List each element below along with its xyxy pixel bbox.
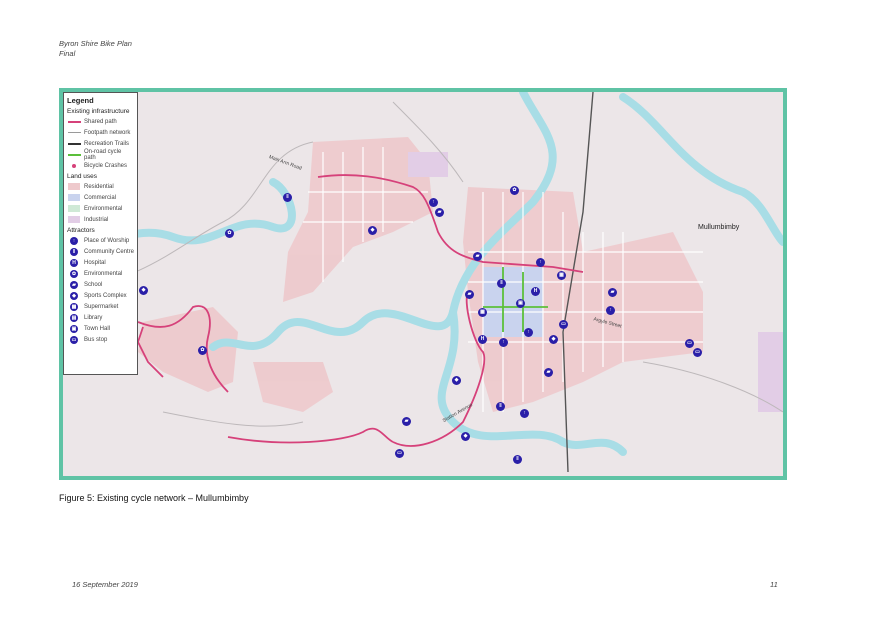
- community-centre-marker-far-south[interactable]: ‖: [513, 455, 522, 464]
- legend-item-sports-complex: ◆ Sports Complex: [67, 290, 134, 301]
- legend-section-land-uses: Land uses: [67, 173, 97, 180]
- header-title: Byron Shire Bike Plan: [59, 39, 132, 48]
- legend-section-attractors: Attractors: [67, 227, 95, 234]
- legend-item-place-of-worship: ↑ Place of Worship: [67, 235, 134, 246]
- map-canvas[interactable]: Legend Existing infrastructure Shared pa…: [63, 92, 783, 476]
- school-marker-south[interactable]: ▰: [544, 368, 553, 377]
- school-marker[interactable]: ▰: [435, 208, 444, 217]
- place-of-worship-marker-core[interactable]: ↑: [536, 258, 545, 267]
- legend-item-industrial: Industrial: [67, 214, 134, 225]
- place-of-worship-marker-south[interactable]: ↑: [524, 328, 533, 337]
- legend-item-residential: Residential: [67, 181, 134, 192]
- environmental-marker-north[interactable]: ✿: [510, 186, 519, 195]
- sports-complex-marker-core[interactable]: ◆: [549, 335, 558, 344]
- bus-stop-marker-east[interactable]: ▭: [685, 339, 694, 348]
- sports-complex-marker[interactable]: ◆: [368, 226, 377, 235]
- residential-areas: [138, 137, 703, 412]
- document-header: Byron Shire Bike Plan Final: [59, 39, 132, 59]
- school-marker-east[interactable]: ▰: [608, 288, 617, 297]
- header-status: Final: [59, 49, 76, 58]
- community-centre-marker[interactable]: ‖: [283, 193, 292, 202]
- place-of-worship-marker-east[interactable]: ↑: [606, 306, 615, 315]
- legend-item-library: ▤ Library: [70, 313, 103, 322]
- environmental-marker[interactable]: ✿: [225, 229, 234, 238]
- place-of-worship-marker[interactable]: ↑: [429, 198, 438, 207]
- school-marker-west[interactable]: ▰: [465, 290, 474, 299]
- place-of-worship-icon: ↑: [70, 236, 78, 245]
- library-icon: ▤: [70, 313, 78, 322]
- legend-item-footpath: Footpath network: [67, 127, 134, 138]
- environmental-icon: ✿: [70, 269, 78, 278]
- supermarket-marker-west[interactable]: ▦: [478, 308, 487, 317]
- town-hall-icon: ▣: [70, 324, 78, 333]
- bus-stop-marker-far-east[interactable]: ▭: [693, 348, 702, 357]
- community-centre-marker-south[interactable]: ‖: [496, 402, 505, 411]
- legend-item-school: ▰ School: [67, 279, 134, 290]
- hospital-marker-west[interactable]: H: [478, 335, 487, 344]
- legend-item-shared-path: Shared path: [67, 116, 134, 127]
- town-hall-marker[interactable]: ▣: [516, 299, 525, 308]
- legend-item-environmental-attractor: ✿ Environmental: [70, 269, 123, 278]
- school-marker-southwest[interactable]: ▰: [402, 417, 411, 426]
- map-legend: Legend Existing infrastructure Shared pa…: [63, 92, 138, 375]
- legend-item-commercial: Commercial: [67, 192, 134, 203]
- figure-caption: Figure 5: Existing cycle network – Mullu…: [59, 493, 249, 503]
- legend-item-environmental-land: Environmental: [67, 203, 134, 214]
- map-frame: Legend Existing infrastructure Shared pa…: [59, 88, 787, 480]
- bus-stop-icon: ▭: [70, 335, 78, 344]
- supermarket-icon: ▦: [70, 302, 78, 311]
- bus-stop-marker[interactable]: ▭: [559, 320, 568, 329]
- place-of-worship-marker-west[interactable]: ↑: [499, 338, 508, 347]
- community-centre-marker-core[interactable]: ‖: [497, 279, 506, 288]
- school-marker-core[interactable]: ▰: [473, 252, 482, 261]
- school-icon: ▰: [70, 280, 78, 289]
- legend-item-hospital: H Hospital: [67, 257, 134, 268]
- supermarket-marker[interactable]: ▦: [557, 271, 566, 280]
- environmental-marker-west[interactable]: ✿: [198, 346, 207, 355]
- sports-complex-marker-southwest[interactable]: ◆: [461, 432, 470, 441]
- crash-dot-icon: [72, 163, 76, 168]
- sports-complex-icon: ◆: [70, 291, 78, 300]
- commercial-area: [483, 267, 543, 337]
- sports-complex-marker-south[interactable]: ◆: [452, 376, 461, 385]
- legend-item-recreation-trails: Recreation Trails: [67, 138, 134, 149]
- industrial-area: [408, 152, 448, 177]
- legend-item-town-hall: ▣ Town Hall: [70, 324, 111, 333]
- place-of-worship-marker-far-south[interactable]: ↑: [520, 409, 529, 418]
- legend-item-on-road-cycle-path: On-road cycle path: [67, 149, 134, 161]
- bus-stop-marker-south[interactable]: ▭: [395, 449, 404, 458]
- footer-date: 16 September 2019: [72, 580, 138, 589]
- sports-complex-marker-west[interactable]: ◆: [139, 286, 148, 295]
- map-base-layer: [63, 92, 783, 473]
- hospital-marker[interactable]: H: [531, 287, 540, 296]
- legend-item-bicycle-crashes: Bicycle Crashes: [67, 160, 134, 171]
- legend-title: Legend: [67, 96, 94, 105]
- community-centre-icon: ‖: [70, 247, 78, 256]
- town-label: Mullumbimby: [698, 224, 740, 231]
- legend-section-infrastructure: Existing infrastructure: [67, 108, 130, 115]
- legend-item-bus-stop: ▭ Bus stop: [70, 335, 108, 344]
- page-number: 11: [770, 580, 778, 589]
- hospital-icon: H: [70, 258, 78, 267]
- legend-item-community-centre: ‖ Community Centre: [67, 246, 134, 257]
- legend-item-supermarket: ▦ Supermarket: [70, 302, 119, 311]
